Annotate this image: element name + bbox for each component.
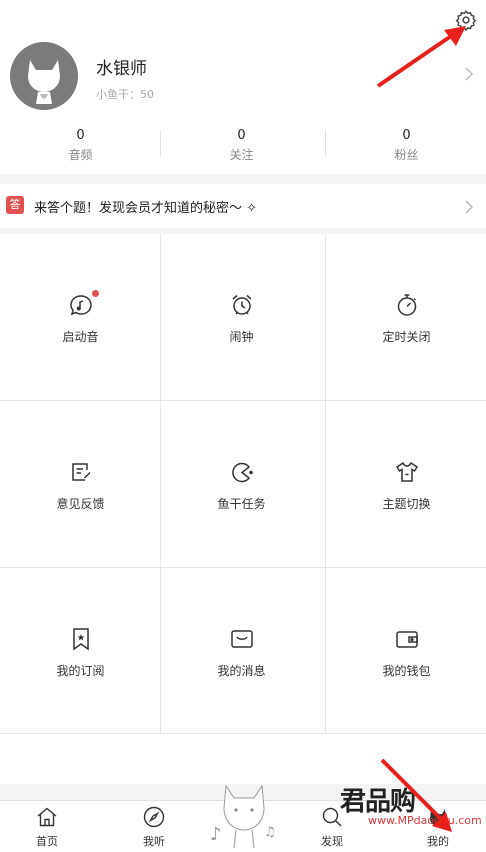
grid-label: 主题切换 (382, 497, 431, 511)
alarm-clock-icon (232, 294, 251, 315)
grid-item-theme[interactable]: 主题切换 (326, 401, 486, 567)
svg-text:♫: ♫ (264, 825, 276, 840)
stat-value: 0 (237, 128, 246, 143)
compass-icon (143, 806, 165, 828)
cat-avatar-icon (28, 60, 60, 104)
mascot-cat-icon: ♪ ♫ (210, 784, 276, 849)
grid-label: 启动音 (62, 330, 99, 344)
chevron-right-icon (464, 199, 474, 215)
grid-label: 鱼干任务 (217, 497, 266, 511)
tshirt-icon (395, 461, 418, 482)
grid-item-startup-sound[interactable]: 启动音 (0, 234, 161, 400)
username: 水银师 (96, 59, 147, 79)
stat-label: 粉丝 (394, 148, 419, 162)
avatar[interactable] (10, 42, 78, 110)
annotation-arrow (376, 26, 466, 88)
grid-label: 我的钱包 (382, 664, 431, 678)
red-dot-badge (92, 290, 99, 297)
grid-label: 我的消息 (217, 664, 266, 678)
bookmark-star-icon (72, 628, 89, 651)
feedback-edit-icon (71, 463, 91, 481)
tab-label: 我听 (143, 835, 165, 848)
svg-text:♪: ♪ (210, 824, 222, 845)
grid-label: 定时关闭 (382, 330, 431, 344)
grid-item-alarm[interactable]: 闹钟 (161, 234, 322, 400)
grid-item-feedback[interactable]: 意见反馈 (0, 401, 161, 567)
grid-label: 闹钟 (229, 330, 254, 344)
grid-item-subscriptions[interactable]: 我的订阅 (0, 568, 161, 734)
stat-audio[interactable]: 0 音频 (0, 128, 161, 163)
chat-music-icon (69, 295, 92, 316)
grid-item-messages[interactable]: 我的消息 (161, 568, 322, 734)
quiz-text: 来答个题！发现会员才知道的秘密～ ✧ (34, 201, 258, 216)
grid-label: 意见反馈 (56, 497, 105, 511)
grid-item-fish-tasks[interactable]: 鱼干任务 (161, 401, 322, 567)
stat-fans[interactable]: 0 粉丝 (326, 128, 486, 163)
grid-item-sleep-timer[interactable]: 定时关闭 (326, 234, 486, 400)
stat-value: 0 (76, 128, 85, 143)
home-icon (37, 807, 57, 827)
tab-home[interactable]: 首页 (17, 805, 77, 849)
quiz-badge: 答 (6, 196, 24, 214)
stat-value: 0 (402, 128, 411, 143)
message-box-icon (230, 630, 253, 648)
fish-count: 小鱼干：50 (96, 88, 154, 101)
stat-following[interactable]: 0 关注 (161, 128, 322, 163)
quiz-banner[interactable]: 答 来答个题！发现会员才知道的秘密～ ✧ (0, 184, 486, 228)
timer-icon (397, 294, 416, 316)
tab-label: 首页 (36, 835, 58, 848)
tab-listen[interactable]: 我听 (124, 805, 184, 849)
tab-label: 发现 (321, 835, 343, 848)
grid-label: 我的订阅 (56, 664, 105, 678)
stat-label: 音频 (68, 148, 93, 162)
grid-item-wallet[interactable]: 我的钱包 (326, 568, 486, 734)
annotation-arrow (380, 758, 452, 832)
pacman-icon (231, 462, 253, 483)
wallet-icon (395, 631, 418, 648)
feature-grid: 启动音 闹钟 定时关闭 意见反馈 鱼干任务 主题切换 我的订阅 我的消息 我的钱… (0, 234, 486, 734)
stat-label: 关注 (229, 148, 254, 162)
